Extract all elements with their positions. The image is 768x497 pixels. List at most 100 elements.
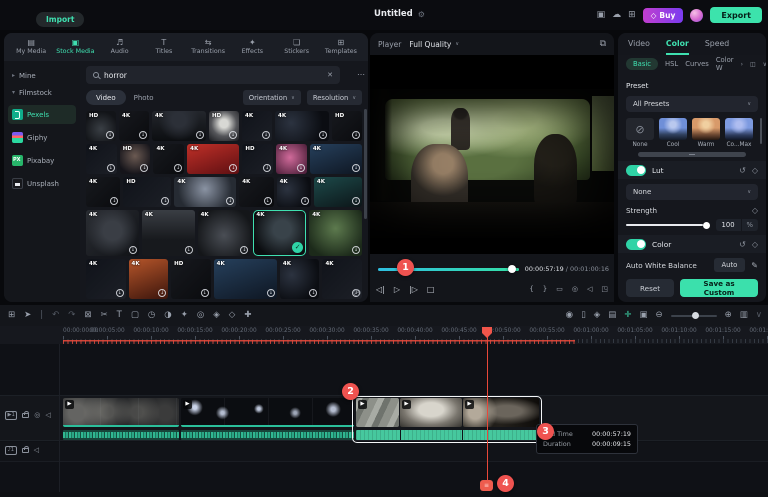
download-icon[interactable]: ↓ <box>140 164 148 172</box>
subtab-curves[interactable]: Curves <box>685 60 709 68</box>
color-correction-icon[interactable]: ◑ <box>164 311 171 320</box>
undo-icon[interactable]: ↶ <box>52 311 59 320</box>
tab-templates[interactable]: ⊞Templates <box>320 39 362 55</box>
media-thumbnail[interactable]: 4K↓ <box>174 177 236 207</box>
snap-icon[interactable]: ✛ <box>624 311 631 320</box>
strength-slider-knob[interactable] <box>703 222 710 229</box>
download-icon[interactable]: ↓ <box>110 197 118 205</box>
media-type-tab-video[interactable]: Video <box>86 90 126 105</box>
timeline-clip-3[interactable]: ▶ <box>356 398 399 427</box>
media-thumbnail[interactable]: 4K↓ <box>153 144 184 174</box>
download-icon[interactable]: ↓ <box>240 246 248 254</box>
project-settings-icon[interactable]: ⚙ <box>418 10 425 19</box>
preset-warm[interactable]: Warm <box>692 118 720 148</box>
media-thumbnail[interactable]: 4K↓ <box>310 144 362 174</box>
playhead-line[interactable] <box>487 327 488 487</box>
media-thumbnail[interactable]: 4K↓ <box>277 177 311 207</box>
history-clock-icon[interactable]: ◷ <box>353 288 361 298</box>
reset-button[interactable]: Reset <box>626 279 674 297</box>
mark-in-button[interactable]: { <box>529 285 533 293</box>
lut-dropdown[interactable]: None ∨ <box>626 184 758 200</box>
step-forward-button[interactable]: |▷ <box>409 285 418 294</box>
download-icon[interactable]: ↓ <box>158 289 166 297</box>
record-icon[interactable]: ◉ <box>566 311 573 320</box>
download-icon[interactable]: ↓ <box>129 246 137 254</box>
download-icon[interactable]: ↓ <box>309 289 317 297</box>
tab-video[interactable]: Video <box>628 33 650 55</box>
preset-scrollbar[interactable] <box>760 118 762 144</box>
media-thumbnail[interactable]: 4K↓ <box>276 144 307 174</box>
media-thumbnail[interactable]: HD↓ <box>86 111 116 141</box>
audio-waveform-2[interactable] <box>181 430 354 440</box>
preset-cool[interactable]: Cool <box>659 118 687 148</box>
eyedropper-icon[interactable]: ✎ <box>751 261 758 270</box>
mute-track-icon[interactable]: ◁ <box>34 447 39 454</box>
tab-effects[interactable]: ✦Effects <box>231 39 273 55</box>
playhead-grip[interactable]: ≡ <box>480 480 493 491</box>
tab-titles[interactable]: TTitles <box>143 39 185 55</box>
search-more-icon[interactable]: ⋯ <box>357 70 366 79</box>
mark-out-button[interactable]: } <box>543 285 547 293</box>
sidebar-item-unsplash[interactable]: Unsplash <box>8 174 76 193</box>
filter-dropdown-orientation[interactable]: Orientation∨ <box>243 90 301 105</box>
seek-knob[interactable] <box>508 265 516 273</box>
buy-button[interactable]: ◇Buy <box>643 8 684 23</box>
awb-auto-button[interactable]: Auto <box>714 258 746 272</box>
media-thumbnail[interactable]: HD↓ <box>332 111 362 141</box>
sidebar-item-pexels[interactable]: Pexels <box>8 105 76 124</box>
timeline-clip-4[interactable]: ▶ <box>400 398 462 427</box>
audio-waveform-1[interactable] <box>63 430 179 440</box>
media-type-tab-photo[interactable]: Photo <box>132 90 156 105</box>
media-thumbnail[interactable]: 4K↓ <box>280 259 320 299</box>
track-height-caret[interactable]: ∨ <box>756 311 762 320</box>
strength-slider[interactable] <box>626 224 710 226</box>
download-icon[interactable]: ↓ <box>319 131 327 139</box>
tab-stock-media[interactable]: ▣Stock Media <box>54 39 96 55</box>
download-icon[interactable]: ↓ <box>352 246 360 254</box>
media-thumbnail[interactable]: HD↓ <box>120 144 151 174</box>
strength-keyframe-icon[interactable]: ◇ <box>752 206 758 215</box>
preset-none[interactable]: ⊘None <box>626 118 654 148</box>
media-thumbnail[interactable]: 4K↓ <box>142 210 195 256</box>
text-icon[interactable]: T <box>117 311 122 320</box>
media-thumbnail[interactable]: 4K↓ <box>86 144 117 174</box>
tab-transitions[interactable]: ⇆Transitions <box>187 39 229 55</box>
download-icon[interactable]: ↓ <box>262 131 270 139</box>
download-icon[interactable]: ↓ <box>263 164 271 172</box>
tab-speed[interactable]: Speed <box>705 33 729 55</box>
timeline-clip-5[interactable]: ▶ <box>463 398 539 427</box>
motion-track-icon[interactable]: ◎ <box>197 311 204 320</box>
color-reset-icon[interactable]: ↺ <box>739 240 746 249</box>
subtab-color-w[interactable]: Color W <box>716 56 734 72</box>
download-icon[interactable]: ↓ <box>352 197 360 205</box>
subtab-hsl[interactable]: HSL <box>665 60 678 68</box>
download-icon[interactable]: ↓ <box>196 131 204 139</box>
media-scrollbar[interactable] <box>364 109 367 219</box>
play-button[interactable]: ▷ <box>394 285 400 294</box>
zoom-slider[interactable] <box>671 315 717 317</box>
more-subtabs-chevron-icon[interactable]: › <box>741 61 743 68</box>
lock-icon[interactable] <box>22 448 29 453</box>
lock-icon[interactable] <box>22 413 29 418</box>
audio-mixer-icon[interactable]: ◈ <box>594 311 601 320</box>
speed-icon[interactable]: ◷ <box>148 311 155 320</box>
mute-track-icon[interactable]: ◁ <box>45 412 50 419</box>
timeline-clip-2[interactable]: ▶ <box>181 398 354 427</box>
zoom-in-icon[interactable]: ⊕ <box>725 311 732 320</box>
search-bar[interactable]: horror ✕ <box>86 66 340 84</box>
tab-audio[interactable]: ♬Audio <box>99 39 141 55</box>
media-thumbnail[interactable]: HD↓ <box>242 144 273 174</box>
keyframe-box-icon[interactable]: ▣ <box>639 311 647 320</box>
filter-dropdown-resolution[interactable]: Resolution∨ <box>307 90 362 105</box>
strength-value[interactable]: 100 <box>716 219 741 231</box>
media-thumbnail-selected[interactable]: 4K✓ <box>253 210 306 256</box>
track-manager-icon[interactable]: ⊞ <box>8 311 15 320</box>
chroma-key-icon[interactable]: ◈ <box>213 311 220 320</box>
media-thumbnail[interactable]: 4K↓ <box>86 259 126 299</box>
media-thumbnail[interactable]: 4K↓ <box>309 210 362 256</box>
import-button[interactable]: Import <box>36 12 84 27</box>
redo-icon[interactable]: ↷ <box>68 311 75 320</box>
track-height-icon[interactable]: ▥ <box>740 311 748 320</box>
display-mode-button[interactable]: ▭ <box>556 285 563 293</box>
download-icon[interactable]: ↓ <box>226 197 234 205</box>
